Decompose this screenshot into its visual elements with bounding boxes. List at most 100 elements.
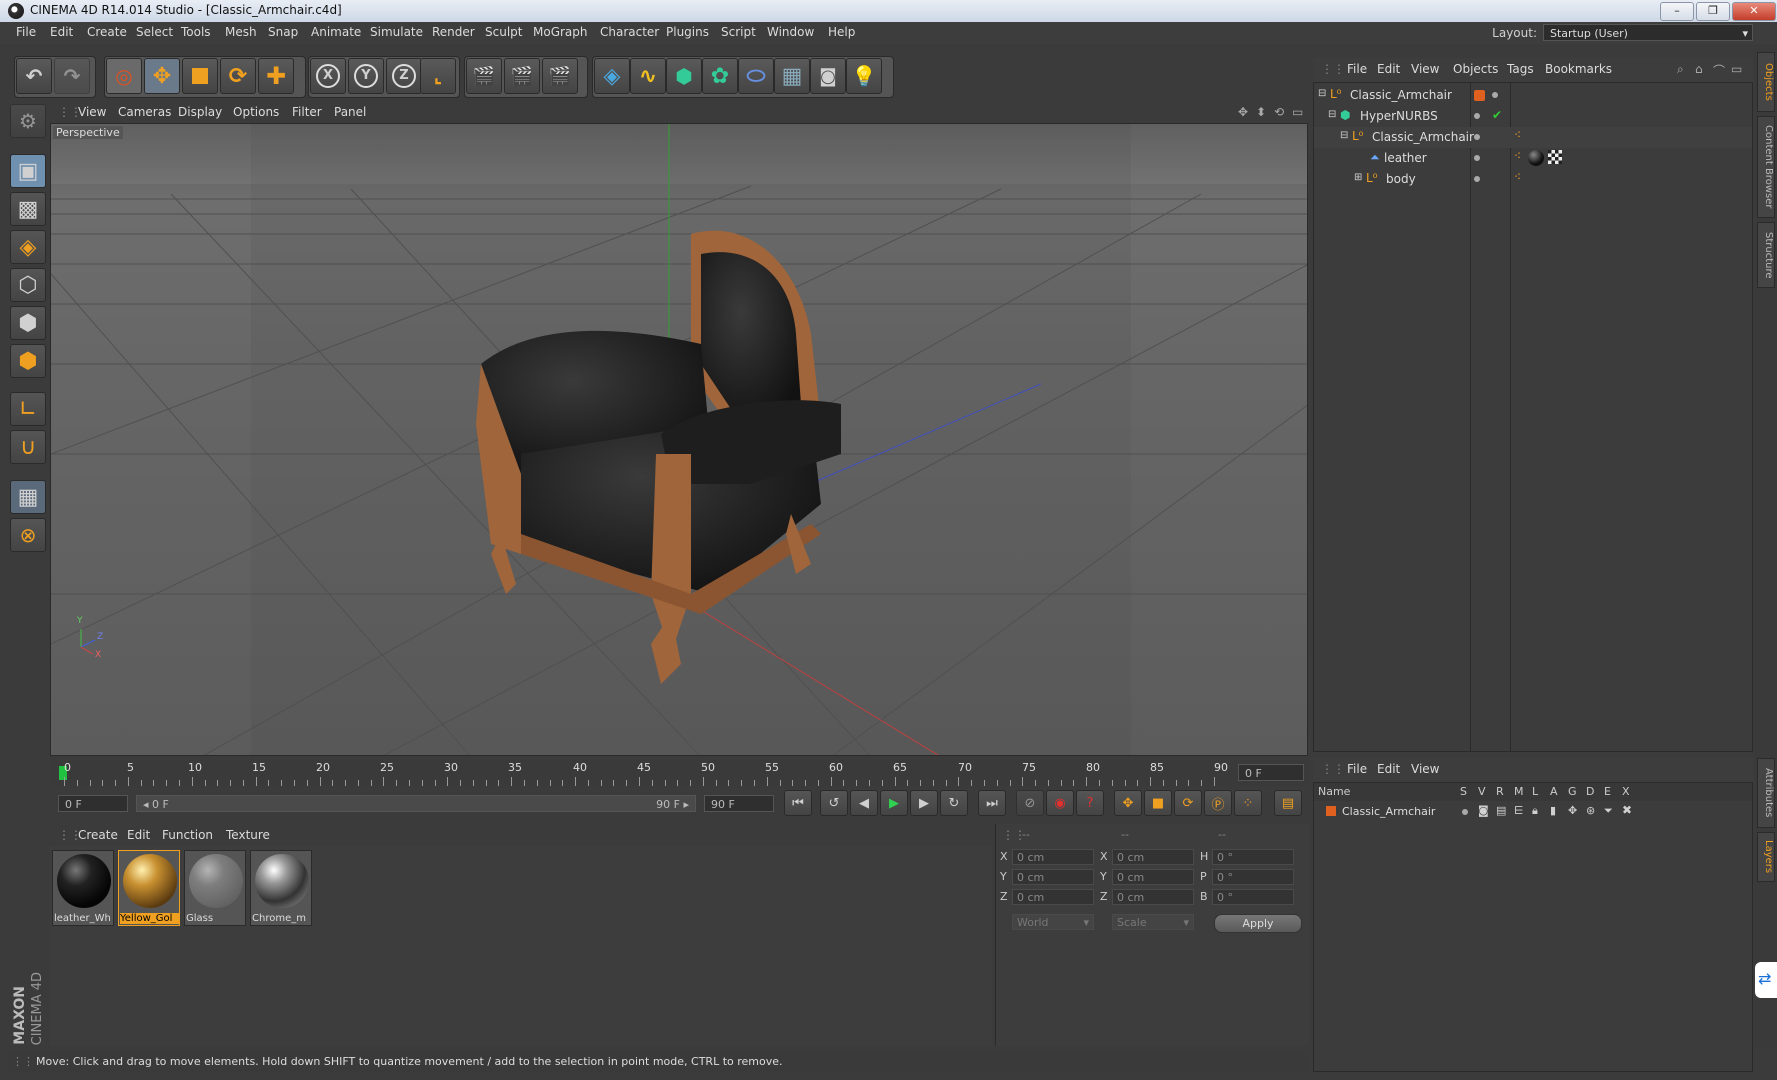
menu-character[interactable]: Character — [600, 25, 659, 39]
collapse-icon[interactable]: ⊟ — [1328, 109, 1336, 120]
material-swatch[interactable]: leather_Wh — [52, 850, 114, 926]
layer-color-icon[interactable] — [1326, 806, 1336, 816]
range-slider[interactable]: ◂ 0 F 90 F ▸ — [136, 795, 696, 812]
model-mode-button[interactable]: ▣ — [10, 154, 46, 188]
x-axis-button[interactable]: X — [310, 58, 346, 94]
workplane-mode-button[interactable]: ◈ — [10, 230, 46, 264]
nurbs-button[interactable]: ⬢ — [666, 58, 702, 94]
menu-tools[interactable]: Tools — [181, 25, 211, 39]
object-row[interactable]: ⊟ L⁰ Classic_Armchair ⁖ — [1314, 127, 1752, 148]
go-to-end-button[interactable]: ⏭ — [978, 790, 1006, 816]
tab-attributes[interactable]: Attributes — [1757, 758, 1775, 828]
menu-sculpt[interactable]: Sculpt — [485, 25, 522, 39]
timeline-ruler[interactable]: 0 5 10 15 20 25 30 35 40 45 50 55 60 65 … — [50, 760, 1308, 786]
menu-select[interactable]: Select — [136, 25, 173, 39]
spline-button[interactable]: ∿ — [630, 58, 666, 94]
rot-h-field[interactable]: 0 ° — [1212, 849, 1294, 865]
material-menu-function[interactable]: Function — [162, 828, 213, 842]
objects-menu-edit[interactable]: Edit — [1377, 62, 1400, 76]
material-swatch[interactable]: Yellow_Gol — [118, 850, 180, 926]
timeline-window-button[interactable]: ▤ — [1274, 790, 1302, 816]
record-parameter-button[interactable]: Ⓟ — [1204, 790, 1232, 816]
menu-window[interactable]: Window — [767, 25, 814, 39]
layout-dropdown[interactable]: Startup (User) ▾ — [1543, 24, 1753, 41]
menu-script[interactable]: Script — [721, 25, 756, 39]
coordinate-mode-dropdown[interactable]: World ▾ — [1012, 914, 1094, 930]
material-swatch[interactable]: Glass — [184, 850, 246, 926]
layers-menu-edit[interactable]: Edit — [1377, 762, 1400, 776]
edges-mode-button[interactable]: ⬢ — [10, 306, 46, 340]
zoom-view-icon[interactable]: ⬍ — [1256, 105, 1266, 119]
size-mode-dropdown[interactable]: Scale ▾ — [1112, 914, 1194, 930]
pos-z-field[interactable]: 0 cm — [1012, 889, 1094, 905]
points-mode-button[interactable]: ⬡ — [10, 268, 46, 302]
animation-icon[interactable]: ▮ — [1550, 804, 1556, 817]
y-axis-button[interactable]: Y — [348, 58, 384, 94]
expand-icon[interactable]: ⊞ — [1354, 172, 1362, 183]
visibility-dot-icon[interactable] — [1474, 134, 1480, 140]
transform-tool-button[interactable]: ✚ — [258, 58, 294, 94]
menu-mograph[interactable]: MoGraph — [533, 25, 588, 39]
menu-create[interactable]: Create — [87, 25, 127, 39]
current-frame-field[interactable]: 0 F — [1238, 764, 1304, 781]
generator-icon[interactable]: ✥ — [1568, 804, 1577, 817]
coordinate-system-button[interactable]: ⌞ — [420, 58, 456, 94]
uvw-tag-icon[interactable] — [1548, 150, 1562, 164]
expression-icon[interactable]: ⏷ — [1604, 804, 1613, 818]
enabled-check-icon[interactable]: ✔ — [1492, 108, 1502, 122]
material-swatch[interactable]: Chrome_m — [250, 850, 312, 926]
objects-menu-tags[interactable]: Tags — [1507, 62, 1534, 76]
viewport-menu-panel[interactable]: Panel — [334, 105, 366, 119]
keyframe-selection-button[interactable]: ? — [1076, 790, 1104, 816]
previous-frame-button[interactable]: ◀ — [850, 790, 878, 816]
viewport-menu-display[interactable]: Display — [178, 105, 222, 119]
deformer-button[interactable]: ⬭ — [738, 58, 774, 94]
tab-objects[interactable]: Objects — [1757, 52, 1775, 112]
home-icon[interactable]: ⌂ — [1695, 62, 1703, 76]
record-keys-button[interactable]: ⊘ — [1016, 790, 1044, 816]
camera-button[interactable]: ◙ — [810, 58, 846, 94]
rot-b-field[interactable]: 0 ° — [1212, 889, 1294, 905]
menu-mesh[interactable]: Mesh — [225, 25, 257, 39]
tab-content-browser[interactable]: Content Browser — [1757, 116, 1775, 218]
pos-x-field[interactable]: 0 cm — [1012, 849, 1094, 865]
viewport-perspective[interactable]: Perspective Y Z X — [50, 123, 1308, 756]
maximize-button[interactable]: ❐ — [1696, 2, 1730, 21]
minimize-button[interactable]: – — [1660, 2, 1694, 21]
menu-snap[interactable]: Snap — [268, 25, 298, 39]
texture-mode-button[interactable]: ▩ — [10, 192, 46, 226]
tag-icon[interactable]: ⁖ — [1514, 128, 1521, 142]
tab-layers[interactable]: Layers — [1757, 832, 1775, 882]
rot-p-field[interactable]: 0 ° — [1212, 869, 1294, 885]
phong-tag-icon[interactable]: ⁖ — [1514, 149, 1521, 163]
move-view-icon[interactable]: ✥ — [1238, 105, 1248, 119]
move-tool-button[interactable]: ✥ — [144, 58, 180, 94]
visibility-dot-icon[interactable] — [1492, 92, 1498, 98]
array-button[interactable]: ✿ — [702, 58, 738, 94]
solo-dot-icon[interactable] — [1462, 809, 1468, 815]
undo-button[interactable]: ↶ — [16, 58, 52, 94]
next-frame-button[interactable]: ▶ — [910, 790, 938, 816]
play-button[interactable]: ▶ — [880, 790, 908, 816]
live-selection-button[interactable]: ◎ — [106, 58, 142, 94]
menu-help[interactable]: Help — [828, 25, 855, 39]
viewport-menu-options[interactable]: Options — [233, 105, 279, 119]
viewport-menu-filter[interactable]: Filter — [292, 105, 322, 119]
search-icon[interactable]: ⌕ — [1677, 62, 1684, 77]
polygons-mode-button[interactable]: ⬢ — [10, 344, 46, 378]
object-row[interactable]: ⊟ ⬢ HyperNURBS ✔ — [1314, 106, 1752, 127]
objects-menu-objects[interactable]: Objects — [1453, 62, 1498, 76]
menu-file[interactable]: File — [16, 25, 36, 39]
size-x-field[interactable]: 0 cm — [1112, 849, 1194, 865]
menu-animate[interactable]: Animate — [311, 25, 361, 39]
menu-simulate[interactable]: Simulate — [370, 25, 423, 39]
material-tag-icon[interactable] — [1528, 150, 1544, 166]
render-view-button[interactable]: 🎬 — [466, 58, 502, 94]
rotate-tool-button[interactable]: ⟳ — [220, 58, 256, 94]
visibility-dot-icon[interactable] — [1474, 155, 1480, 161]
light-button[interactable]: 💡 — [846, 58, 882, 94]
snapping-button[interactable]: ▦ — [10, 480, 46, 514]
previous-key-button[interactable]: ↺ — [820, 790, 848, 816]
go-to-start-button[interactable]: ⏮ — [784, 790, 812, 816]
deformer-icon[interactable]: ⊛ — [1586, 804, 1595, 817]
